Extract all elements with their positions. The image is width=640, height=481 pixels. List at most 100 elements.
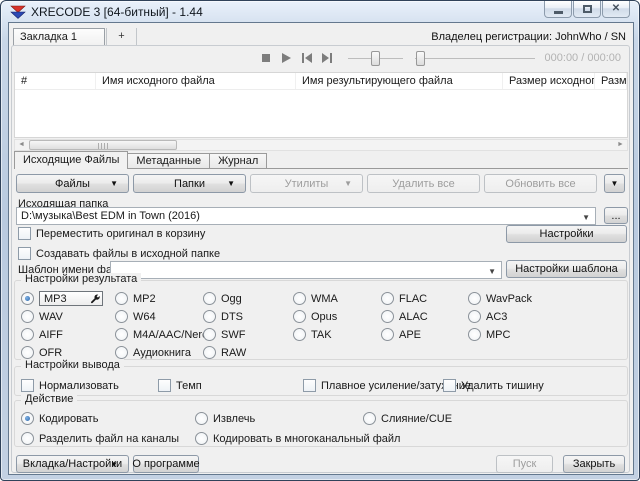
seek-thumb[interactable] [416, 51, 425, 66]
radio-dot[interactable] [21, 346, 34, 359]
format-mpc-radio[interactable]: MPC [468, 327, 627, 342]
more-actions-button[interactable]: ▼ [604, 174, 625, 193]
browse-folder-button[interactable]: ... [604, 207, 628, 224]
titlebar[interactable]: XRECODE 3 [64-битный] - 1.44 ✕ [1, 1, 639, 22]
add-tab-button[interactable]: + [107, 28, 136, 46]
column-source-size[interactable]: Размер исходного файла [503, 73, 595, 89]
format-mp3-radio[interactable]: MP3 [21, 291, 115, 306]
volume-thumb[interactable] [371, 51, 380, 66]
checkbox-box[interactable] [158, 379, 171, 392]
radio-dot[interactable] [21, 310, 34, 323]
format-ape-radio[interactable]: APE [381, 327, 468, 342]
checkbox-box[interactable] [21, 379, 34, 392]
radio-dot[interactable] [21, 328, 34, 341]
radio-dot[interactable] [381, 292, 394, 305]
tab-settings-button[interactable]: Вкладка/Настройки ▼ [16, 455, 129, 473]
format-raw-radio[interactable]: RAW [203, 345, 293, 360]
radio-dot[interactable] [115, 346, 128, 359]
scroll-left-icon[interactable]: ◄ [15, 140, 28, 150]
radio-dot[interactable] [203, 292, 216, 305]
radio-dot[interactable] [115, 310, 128, 323]
radio-dot[interactable] [203, 328, 216, 341]
play-button[interactable] [282, 53, 292, 64]
radio-dot[interactable] [115, 328, 128, 341]
radio-dot[interactable] [381, 310, 394, 323]
radio-dot[interactable] [468, 328, 481, 341]
normalize-checkbox[interactable]: Нормализовать [21, 379, 158, 392]
radio-dot[interactable] [21, 292, 34, 305]
scroll-right-icon[interactable]: ► [614, 140, 627, 150]
fade-checkbox[interactable]: Плавное усиление/затухание [303, 379, 443, 392]
format-m4a-radio[interactable]: M4A/AAC/Nero [115, 327, 203, 342]
tempo-checkbox[interactable]: Темп [158, 379, 303, 392]
radio-dot[interactable] [203, 310, 216, 323]
format-flac-radio[interactable]: FLAC [381, 291, 468, 306]
format-alac-radio[interactable]: ALAC [381, 309, 468, 324]
format-dts-radio[interactable]: DTS [203, 309, 293, 324]
utilities-button[interactable]: Утилиты ▼ [250, 174, 363, 193]
files-button[interactable]: Файлы ▼ [16, 174, 129, 193]
radio-dot[interactable] [21, 432, 34, 445]
tab-bookmark-1[interactable]: Закладка 1 [13, 28, 105, 46]
folders-button[interactable]: Папки ▼ [133, 174, 246, 193]
column-result-name[interactable]: Имя результирующего файла [296, 73, 503, 89]
action-encode-radio[interactable]: Кодировать [21, 411, 195, 426]
column-number[interactable]: # [15, 73, 96, 89]
settings-button[interactable]: Настройки [506, 225, 627, 243]
format-mp2-radio[interactable]: MP2 [115, 291, 203, 306]
remove-silence-checkbox[interactable]: Удалить тишину [443, 379, 627, 392]
format-wma-radio[interactable]: WMA [293, 291, 381, 306]
column-source-name[interactable]: Имя исходного файла [96, 73, 296, 89]
checkbox-box[interactable] [443, 379, 456, 392]
radio-dot[interactable] [115, 292, 128, 305]
format-ofr-radio[interactable]: OFR [21, 345, 115, 360]
previous-track-button[interactable] [302, 53, 312, 64]
format-ogg-radio[interactable]: Ogg [203, 291, 293, 306]
radio-dot[interactable] [21, 412, 34, 425]
radio-dot[interactable] [468, 310, 481, 323]
checkbox-box[interactable] [303, 379, 316, 392]
radio-dot[interactable] [293, 310, 306, 323]
radio-dot[interactable] [195, 412, 208, 425]
start-button[interactable]: Пуск [496, 455, 553, 473]
radio-dot[interactable] [203, 346, 216, 359]
column-result-size[interactable]: Разме [595, 73, 627, 89]
stop-button[interactable] [262, 53, 272, 64]
checkbox-box[interactable] [18, 247, 31, 260]
format-audiobook-radio[interactable]: Аудиокнига [115, 345, 203, 360]
about-button[interactable]: О программе [133, 455, 199, 473]
format-aiff-radio[interactable]: AIFF [21, 327, 115, 342]
wrench-icon[interactable] [90, 294, 100, 304]
maximize-button[interactable] [573, 1, 601, 18]
format-opus-radio[interactable]: Opus [293, 309, 381, 324]
output-folder-combobox[interactable]: D:\музыка\Best EDM in Town (2016) ▼ [16, 207, 596, 225]
radio-dot[interactable] [195, 432, 208, 445]
close-button[interactable]: ✕ [602, 1, 630, 18]
checkbox-box[interactable] [18, 227, 31, 240]
remove-all-button[interactable]: Удалить все [367, 174, 480, 193]
close-app-button[interactable]: Закрыть [563, 455, 625, 473]
tab-log[interactable]: Журнал [210, 153, 267, 169]
action-multichannel-radio[interactable]: Кодировать в многоканальный файл [195, 431, 627, 446]
template-combobox[interactable]: ▼ [110, 261, 502, 279]
radio-dot[interactable] [293, 292, 306, 305]
template-settings-button[interactable]: Настройки шаблона [506, 260, 627, 278]
seek-slider[interactable] [415, 51, 535, 66]
scrollbar-thumb[interactable] [29, 140, 177, 150]
chevron-down-icon[interactable]: ▼ [488, 267, 496, 276]
radio-dot[interactable] [381, 328, 394, 341]
radio-dot[interactable] [468, 292, 481, 305]
tab-metadata[interactable]: Метаданные [128, 153, 210, 169]
volume-slider[interactable] [348, 51, 403, 66]
format-swf-radio[interactable]: SWF [203, 327, 293, 342]
radio-dot[interactable] [293, 328, 306, 341]
format-wavpack-radio[interactable]: WavPack [468, 291, 627, 306]
move-to-recycle-checkbox[interactable]: Переместить оригинал в корзину [18, 227, 205, 240]
refresh-all-button[interactable]: Обновить все [484, 174, 597, 193]
format-mp3-selected-box[interactable]: MP3 [39, 291, 103, 306]
format-ac3-radio[interactable]: AC3 [468, 309, 627, 324]
horizontal-scrollbar[interactable]: ◄ ► [14, 139, 628, 151]
chevron-down-icon[interactable]: ▼ [582, 213, 590, 222]
action-split-channels-radio[interactable]: Разделить файл на каналы [21, 431, 195, 446]
action-merge-cue-radio[interactable]: Слияние/CUE [363, 411, 627, 426]
